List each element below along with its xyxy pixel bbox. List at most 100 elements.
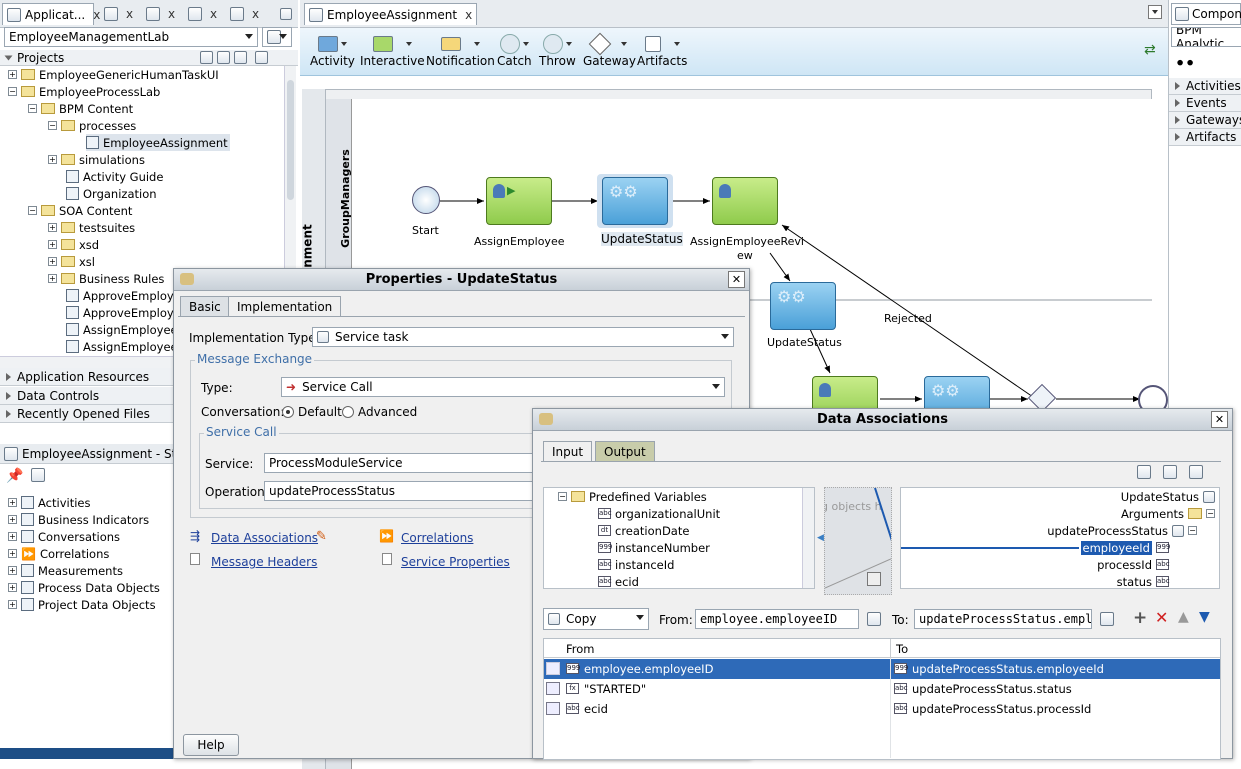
refresh-icon[interactable] — [217, 51, 230, 64]
target-item-selected[interactable]: employeeId 999 — [1080, 539, 1170, 556]
palette-catch[interactable]: Catch — [497, 34, 532, 68]
table-row[interactable]: fx "STARTED" abc updateProcessStatus.sta… — [544, 679, 1220, 699]
component-selector[interactable]: BPM Analytic — [1171, 27, 1241, 47]
task-assign-employee[interactable]: ▶ — [486, 177, 552, 225]
collapse-icon[interactable]: − — [28, 104, 37, 113]
close-button[interactable]: ✕ — [1211, 411, 1228, 428]
tree-item[interactable]: + simulations — [48, 151, 145, 168]
search-icon[interactable] — [200, 51, 213, 64]
structure-item[interactable]: + Conversations — [8, 528, 120, 545]
tree-item[interactable]: + EmployeeGenericHumanTaskUI — [8, 66, 219, 83]
collapse-icon[interactable]: − — [8, 87, 17, 96]
tree-item[interactable]: − BPM Content — [28, 100, 133, 117]
to-field[interactable]: updateProcessStatus.emplo — [914, 609, 1092, 629]
close-icon[interactable]: x — [210, 7, 217, 21]
close-icon[interactable]: x — [126, 7, 133, 21]
delete-icon[interactable]: ✕ — [1155, 608, 1168, 627]
source-item[interactable]: − Predefined Variables — [558, 488, 707, 505]
structure-item[interactable]: + Activities — [8, 494, 90, 511]
move-up-icon[interactable]: ▲ — [1178, 609, 1189, 625]
expand-icon[interactable]: + — [48, 223, 57, 232]
function-icon[interactable] — [867, 572, 881, 586]
tab-output[interactable]: Output — [595, 441, 655, 461]
component-tab[interactable]: Compone — [1171, 3, 1241, 25]
tab-basic[interactable]: Basic — [180, 296, 230, 316]
structure-item[interactable]: + Business Indicators — [8, 511, 149, 528]
tree-item[interactable]: − SOA Content — [28, 202, 132, 219]
expand-icon[interactable]: + — [8, 583, 17, 592]
edit-icon[interactable] — [31, 468, 46, 482]
help-button[interactable]: Help — [183, 734, 239, 756]
source-scrollbar[interactable] — [802, 488, 814, 588]
tab-implementation[interactable]: Implementation — [228, 296, 342, 316]
message-headers-link[interactable]: Message Headers — [211, 555, 317, 569]
collapse-icon[interactable]: − — [1206, 509, 1215, 518]
tab-2[interactable]: x — [100, 3, 137, 25]
close-icon[interactable]: x — [168, 7, 175, 21]
source-item[interactable]: abc ecid — [598, 573, 639, 588]
task-review[interactable] — [712, 177, 778, 225]
palette-artifacts[interactable]: Artifacts — [637, 34, 687, 68]
task-update-status[interactable]: ⚙⚙ — [602, 177, 668, 225]
palette-gateway[interactable]: Gateway — [583, 32, 636, 68]
structure-item[interactable]: + Process Data Objects — [8, 579, 160, 596]
target-item[interactable]: processId abc — [1097, 556, 1169, 573]
target-item[interactable]: status abc — [1117, 573, 1170, 590]
collapse-icon[interactable]: − — [558, 492, 567, 501]
tree-item-selected[interactable]: EmployeeAssignment — [86, 134, 230, 151]
filter-icon[interactable] — [234, 51, 247, 64]
expand-icon[interactable]: + — [8, 515, 17, 524]
target-item[interactable]: updateProcessStatus − — [1047, 522, 1197, 539]
expand-icon[interactable]: + — [8, 70, 17, 79]
target-item[interactable]: UpdateStatus — [1121, 488, 1215, 505]
tree-item[interactable]: AssignEmployee — [66, 321, 178, 338]
impl-type-select[interactable]: Service task — [312, 327, 734, 347]
tree-item[interactable]: + xsl — [48, 253, 95, 270]
expand-icon[interactable]: + — [48, 274, 57, 283]
tab-list-button[interactable] — [1148, 5, 1162, 19]
radio-advanced[interactable] — [342, 406, 354, 418]
collapse-icon[interactable]: − — [1188, 526, 1197, 535]
expression-builder-icon[interactable] — [867, 612, 881, 626]
start-event[interactable] — [412, 186, 440, 214]
structure-item[interactable]: + Measurements — [8, 562, 123, 579]
expand-icon[interactable]: + — [8, 498, 17, 507]
palette-throw[interactable]: Throw — [539, 34, 576, 68]
connect-icon[interactable]: ⇄ — [1144, 42, 1156, 58]
correlations-link[interactable]: Correlations — [401, 531, 473, 545]
tree-item[interactable]: Organization — [66, 185, 157, 202]
pin-icon[interactable]: 📌 — [6, 468, 23, 484]
target-item[interactable]: Arguments − — [1121, 505, 1215, 522]
tab-3[interactable]: x — [142, 3, 179, 25]
structure-item[interactable]: + ⏩ Correlations — [8, 545, 109, 562]
tab-4[interactable]: x — [184, 3, 221, 25]
task-update-status-2[interactable]: ⚙⚙ — [770, 282, 836, 330]
component-activities[interactable]: Activities — [1169, 78, 1241, 95]
tree-item[interactable]: − processes — [48, 117, 136, 134]
collapse-icon[interactable]: − — [28, 206, 37, 215]
palette-notification[interactable]: Notification — [426, 34, 495, 68]
expand-icon[interactable]: + — [48, 240, 57, 249]
tab-employee-assignment[interactable]: EmployeeAssignment x — [304, 3, 478, 25]
tree-item[interactable]: − EmployeeProcessLab — [8, 83, 160, 100]
close-icon[interactable]: x — [252, 7, 259, 21]
data-associations-link[interactable]: Data Associations — [211, 531, 318, 545]
expand-all-icon[interactable] — [1189, 465, 1203, 479]
tree-item[interactable]: ApproveEmploy — [66, 304, 174, 321]
tree-item[interactable]: AssignEmployee — [66, 338, 178, 355]
expand-icon[interactable]: + — [48, 257, 57, 266]
tree-item[interactable]: + testsuites — [48, 219, 135, 236]
xml-icon[interactable] — [1163, 465, 1177, 479]
component-artifacts[interactable]: Artifacts — [1169, 129, 1241, 146]
expression-builder-icon[interactable] — [1100, 612, 1114, 626]
pencil-icon[interactable]: ✎ — [316, 529, 327, 544]
service-properties-link[interactable]: Service Properties — [401, 555, 510, 569]
palette-interactive[interactable]: Interactive — [360, 34, 425, 68]
close-button[interactable]: ✕ — [728, 271, 745, 288]
from-field[interactable]: employee.employeeID — [695, 609, 859, 629]
expand-icon[interactable]: + — [8, 549, 17, 558]
tab-5[interactable]: x — [226, 3, 263, 25]
move-down-icon[interactable]: ▼ — [1199, 609, 1210, 625]
component-events[interactable]: Events — [1169, 95, 1241, 112]
tab-input[interactable]: Input — [543, 441, 593, 461]
